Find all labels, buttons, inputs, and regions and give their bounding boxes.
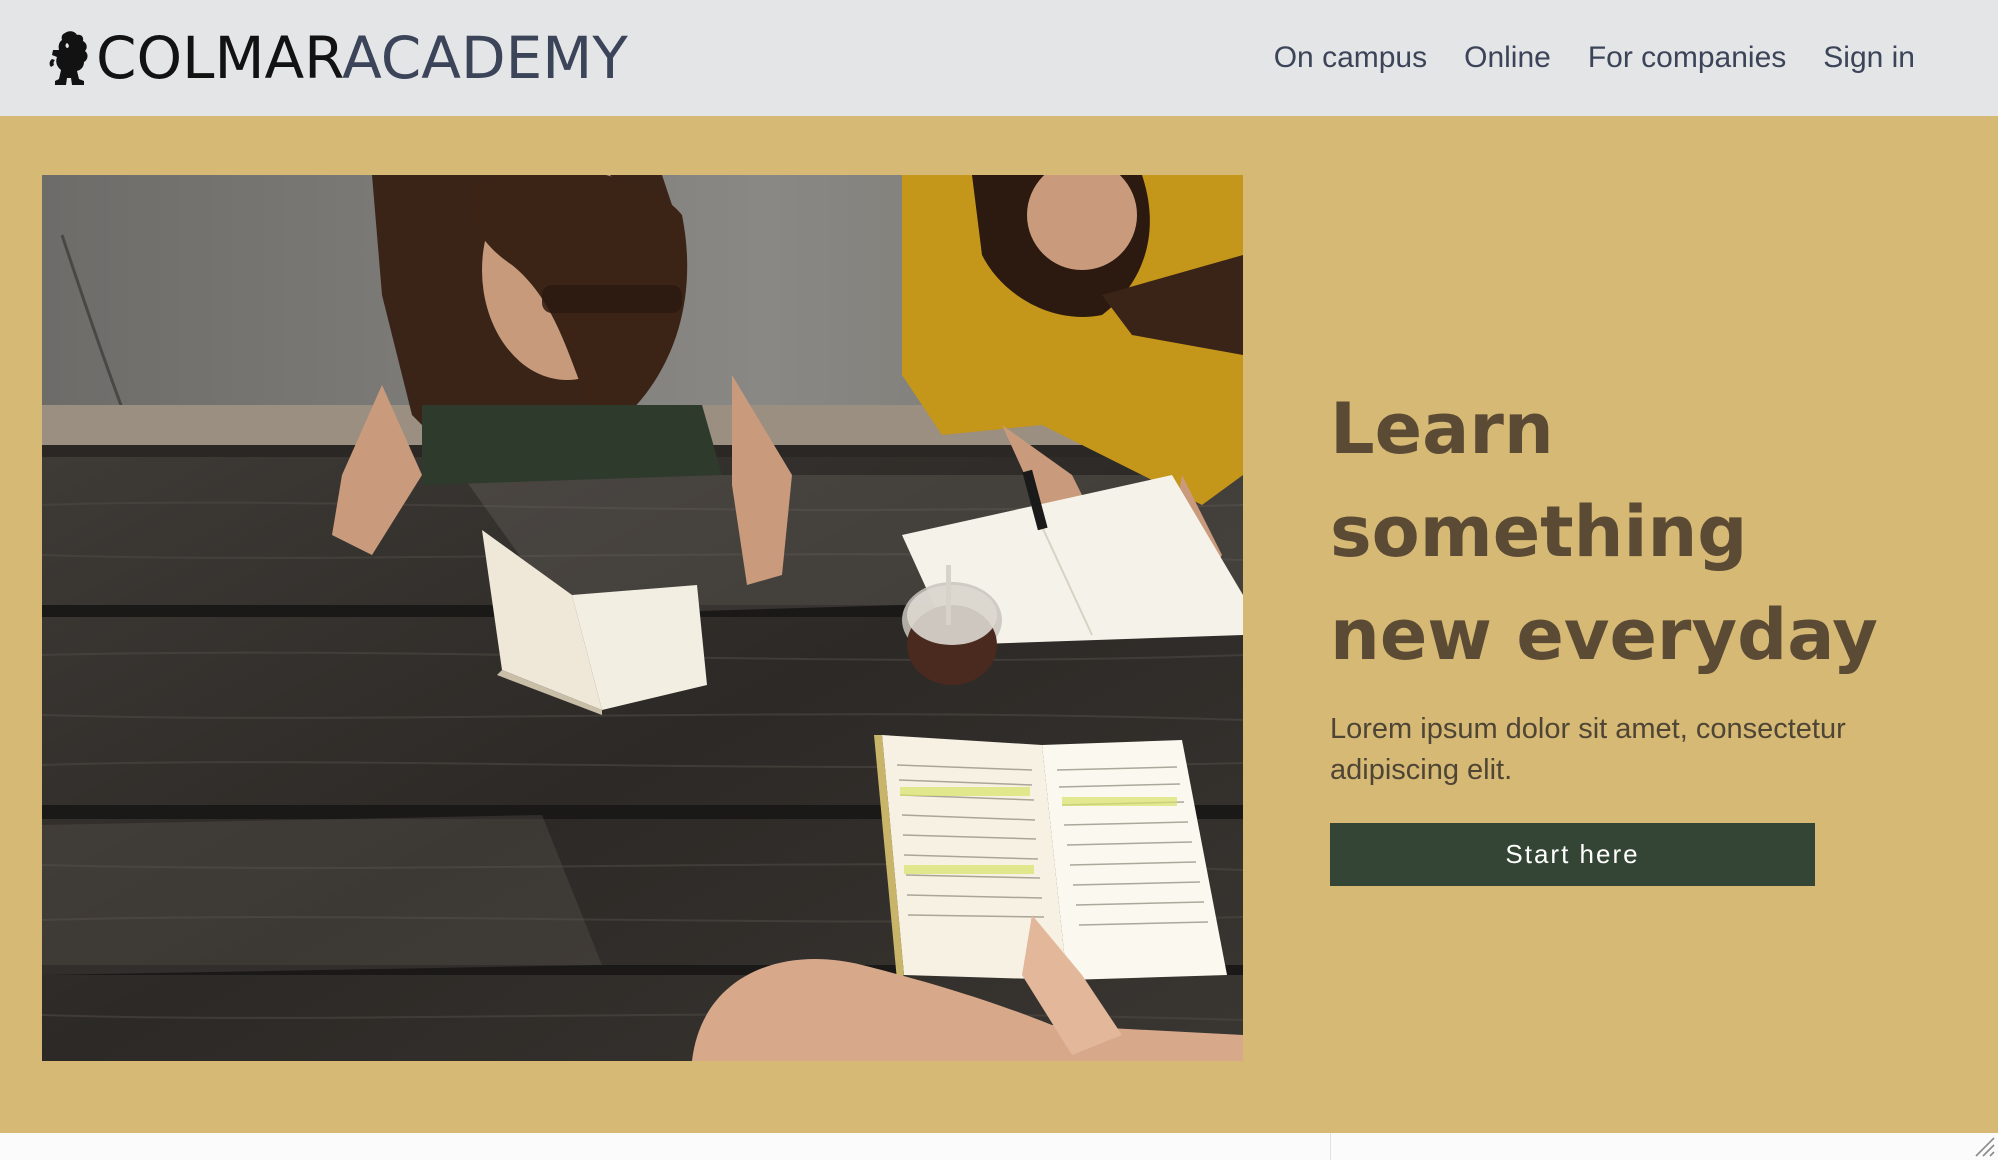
hero-section: Learn something new everyday Lorem ipsum… (0, 116, 1998, 1133)
hero-title-line: new everyday (1330, 594, 1878, 676)
nav-link-for-companies[interactable]: For companies (1588, 41, 1786, 75)
site-header: COLMARACADEMY On campus Online For compa… (0, 0, 1998, 116)
brand-name: COLMARACADEMY (96, 29, 628, 87)
nav-link-on-campus[interactable]: On campus (1274, 41, 1427, 75)
lion-rampant-icon (49, 31, 88, 85)
start-here-button[interactable]: Start here (1330, 823, 1815, 886)
brand-name-strong: COLMAR (96, 24, 343, 92)
brand-name-light: ACADEMY (342, 24, 628, 92)
hero-title-line: Learn (1330, 388, 1554, 470)
brand-logo-link[interactable]: COLMARACADEMY (48, 22, 628, 94)
hero-title: Learn something new everyday (1330, 378, 1950, 687)
main-nav: On campus Online For companies Sign in (1237, 0, 1915, 116)
resize-grip-icon[interactable] (1970, 1132, 1996, 1158)
nav-link-online[interactable]: Online (1464, 41, 1551, 75)
students-reading-photo (42, 175, 1243, 1061)
hero-subtitle: Lorem ipsum dolor sit amet, consectetur … (1330, 713, 1846, 786)
hero-content: Learn something new everyday Lorem ipsum… (1330, 378, 1950, 886)
hero-title-line: something (1330, 491, 1748, 573)
next-section-peek (0, 1133, 1998, 1160)
nav-link-sign-in[interactable]: Sign in (1823, 41, 1915, 75)
section-divider (1330, 1133, 1331, 1160)
